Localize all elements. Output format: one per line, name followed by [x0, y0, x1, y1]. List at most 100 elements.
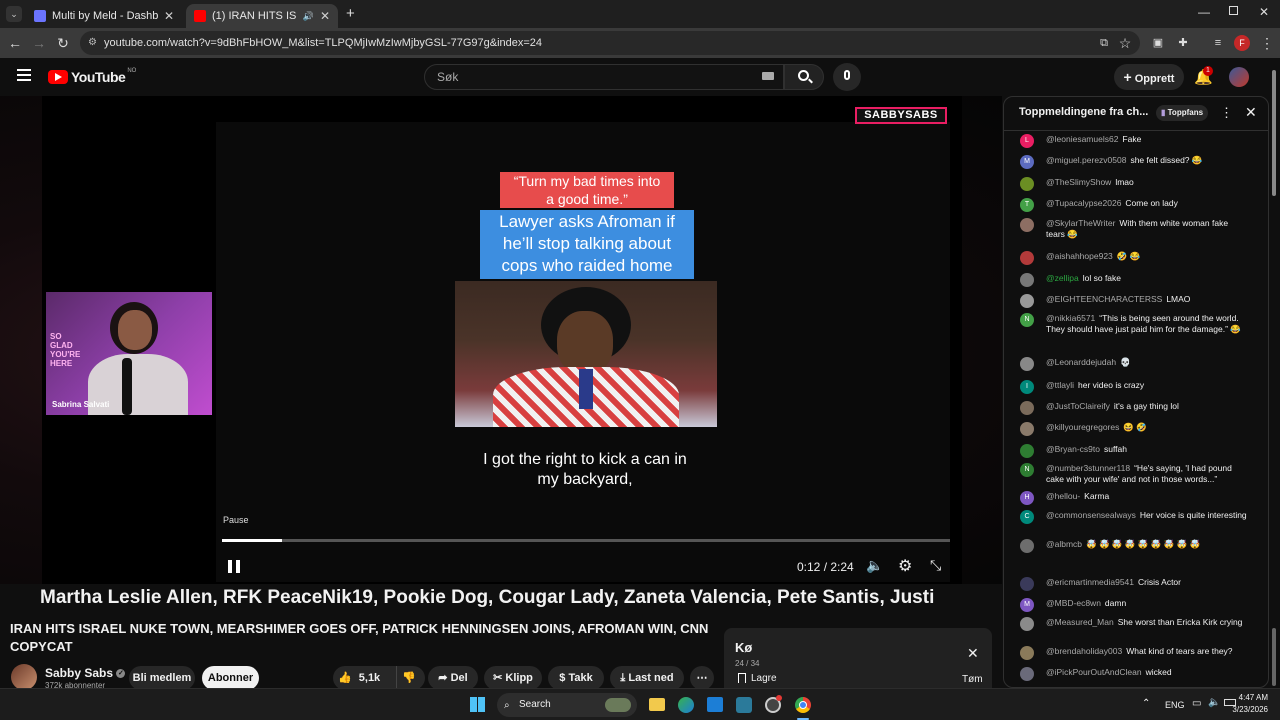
chat-message[interactable]: @albmcb 🤯 🤯 🤯 🤯 🤯 🤯 🤯 🤯 🤯 — [1018, 539, 1248, 553]
speaker-icon[interactable]: 🔈 — [1208, 697, 1220, 708]
chat-close-icon[interactable]: ✕ — [1245, 104, 1257, 121]
chat-author-avatar[interactable] — [1020, 401, 1034, 415]
chat-author-name[interactable]: @JustToClaireify — [1046, 401, 1110, 411]
chat-message[interactable]: @Bryan-cs9to suffah — [1018, 444, 1248, 458]
snipping-tool-icon[interactable] — [736, 697, 752, 713]
chat-author-avatar[interactable]: I — [1020, 380, 1034, 394]
clock-date[interactable]: 3/23/2026 — [1226, 705, 1268, 714]
chat-author-name[interactable]: @EIGHTEENCHARACTERSS — [1046, 294, 1162, 304]
chat-author-name[interactable]: @hellou- — [1046, 491, 1080, 501]
chat-author-name[interactable]: @leoniesamuels62 — [1046, 134, 1118, 144]
chat-author-avatar[interactable]: C — [1020, 510, 1034, 524]
install-app-icon[interactable]: ⧉ — [1096, 35, 1112, 51]
progress-bar[interactable] — [222, 539, 950, 542]
close-tab-icon[interactable]: ✕ — [320, 9, 330, 23]
chat-message[interactable]: @iPickPourOutAndClean wicked — [1018, 667, 1248, 681]
chat-message[interactable]: @ericmartinmedia9541 Crisis Actor — [1018, 577, 1248, 591]
chat-author-avatar[interactable] — [1020, 539, 1034, 553]
chat-author-avatar[interactable] — [1020, 667, 1034, 681]
file-explorer-icon[interactable] — [649, 698, 665, 711]
search-input[interactable]: Søk — [424, 64, 784, 90]
reload-icon[interactable]: ↻ — [55, 35, 71, 51]
chrome-icon[interactable] — [795, 697, 811, 713]
network-icon[interactable]: ▭ — [1192, 698, 1201, 709]
chat-message[interactable]: @EIGHTEENCHARACTERSS LMAO — [1018, 294, 1248, 308]
tray-chevron-up-icon[interactable]: ⌃ — [1142, 698, 1150, 709]
chat-message[interactable]: @TheSlimyShow lmao — [1018, 177, 1248, 191]
chat-author-name[interactable]: @Measured_Man — [1046, 617, 1114, 627]
pause-button[interactable] — [225, 558, 245, 576]
browser-tab-meld[interactable]: Multi by Meld - Dashboard. ✕ — [26, 4, 182, 28]
voice-search-button[interactable] — [833, 63, 861, 91]
account-avatar[interactable] — [1229, 67, 1249, 87]
reading-list-icon[interactable]: ≡ — [1210, 35, 1226, 51]
more-menu-icon[interactable]: ⋮ — [1259, 35, 1275, 51]
forward-arrow-icon[interactable]: → — [31, 35, 47, 51]
restore-icon[interactable] — [1229, 6, 1238, 15]
chat-message[interactable]: @zellipa lol so fake — [1018, 273, 1248, 287]
chat-author-avatar[interactable] — [1020, 646, 1034, 660]
edge-browser-icon[interactable] — [678, 697, 694, 713]
chat-author-avatar[interactable]: T — [1020, 198, 1034, 212]
keyboard-icon[interactable] — [762, 72, 774, 80]
chat-author-avatar[interactable]: N — [1020, 463, 1034, 477]
chat-author-avatar[interactable] — [1020, 251, 1034, 265]
chat-author-avatar[interactable] — [1020, 577, 1034, 591]
chat-message[interactable]: N @number3stunner118 “He's saying, 'I had … — [1018, 463, 1248, 485]
chat-author-name[interactable]: @commonsensealways — [1046, 510, 1136, 520]
chat-message[interactable]: N @nikkia6571 “This is being seen around t… — [1018, 313, 1248, 335]
chat-author-avatar[interactable] — [1020, 177, 1034, 191]
back-arrow-icon[interactable]: ← — [7, 35, 23, 51]
chat-author-name[interactable]: @brendaholiday003 — [1046, 646, 1122, 656]
chat-author-avatar[interactable]: H — [1020, 491, 1034, 505]
chat-message[interactable]: @Leonarddejudah 💀 — [1018, 357, 1248, 371]
chat-author-avatar[interactable] — [1020, 218, 1034, 232]
chat-author-name[interactable]: @Tupacalypse2026 — [1046, 198, 1121, 208]
download-button[interactable]: ⤓ Last ned — [610, 666, 684, 690]
browser-tab-youtube[interactable]: (1) IRAN HITS ISRAEL NUKE 🔊 ✕ — [186, 4, 338, 28]
chat-author-avatar[interactable] — [1020, 294, 1034, 308]
exit-fullscreen-icon[interactable]: ⤡ — [930, 557, 941, 574]
chat-author-name[interactable]: @aishahhope923 — [1046, 251, 1113, 261]
chat-more-icon[interactable]: ⋮ — [1220, 105, 1233, 121]
store-icon[interactable] — [707, 697, 723, 712]
chat-message[interactable]: @brendaholiday003 What kind of tears are … — [1018, 646, 1248, 660]
share-button[interactable]: ➦ Del — [428, 666, 478, 690]
search-button[interactable] — [784, 64, 824, 90]
chat-author-name[interactable]: @albmcb — [1046, 539, 1082, 549]
chat-author-name[interactable]: @SkylarTheWriter — [1046, 218, 1115, 228]
top-fans-badge[interactable]: ▮ Toppfans — [1156, 105, 1209, 121]
close-tab-icon[interactable]: ✕ — [164, 9, 174, 23]
chat-author-avatar[interactable] — [1020, 273, 1034, 287]
chat-author-avatar[interactable] — [1020, 617, 1034, 631]
profile-avatar[interactable]: F — [1234, 35, 1250, 51]
clear-queue-button[interactable]: Tøm — [962, 674, 983, 685]
chat-author-avatar[interactable]: M — [1020, 598, 1034, 612]
chat-message[interactable]: M @miguel.perezv0508 she felt dissed? 😂 — [1018, 155, 1248, 169]
page-scrollbar[interactable] — [1271, 68, 1277, 688]
create-button[interactable]: + Opprett — [1114, 64, 1184, 90]
address-bar[interactable]: ⚙ youtube.com/watch?v=9dBhFbHOW_M&list=T… — [80, 31, 1140, 55]
chat-message[interactable]: M @MBD-ec8wn damn — [1018, 598, 1248, 612]
chat-message[interactable]: L @leoniesamuels62 Fake — [1018, 134, 1248, 148]
clip-button[interactable]: ✂ Klipp — [484, 666, 542, 690]
queue-close-icon[interactable]: ✕ — [967, 645, 979, 662]
bookmark-star-icon[interactable]: ☆ — [1117, 35, 1133, 51]
site-info-icon[interactable]: ⚙ — [88, 31, 97, 55]
channel-name[interactable]: Sabby Sabs ✓ — [45, 666, 126, 680]
clock-time[interactable]: 4:47 AM — [1236, 693, 1268, 702]
channel-avatar[interactable] — [11, 664, 37, 690]
more-actions-button[interactable]: ⋯ — [690, 666, 714, 690]
chat-author-avatar[interactable] — [1020, 422, 1034, 436]
chat-author-name[interactable]: @number3stunner118 — [1046, 463, 1130, 473]
chat-message[interactable]: @JustToClaireify it's a gay thing lol — [1018, 401, 1248, 415]
chat-mode-dropdown[interactable]: Toppmeldingene fra ch... ⌄ — [1019, 106, 1164, 118]
chat-message[interactable]: H @hellou- Karma — [1018, 491, 1248, 505]
chat-message[interactable]: T @Tupacalypse2026 Come on lady — [1018, 198, 1248, 212]
tab-list-button[interactable]: ⌄ — [6, 6, 22, 22]
taskbar-search-box[interactable]: ⌕ Search — [497, 693, 637, 717]
chat-author-avatar[interactable]: L — [1020, 134, 1034, 148]
minimize-icon[interactable]: — — [1198, 5, 1210, 19]
extension-icon[interactable]: ▣ — [1150, 35, 1166, 51]
join-button[interactable]: Bli medlem — [129, 666, 195, 690]
